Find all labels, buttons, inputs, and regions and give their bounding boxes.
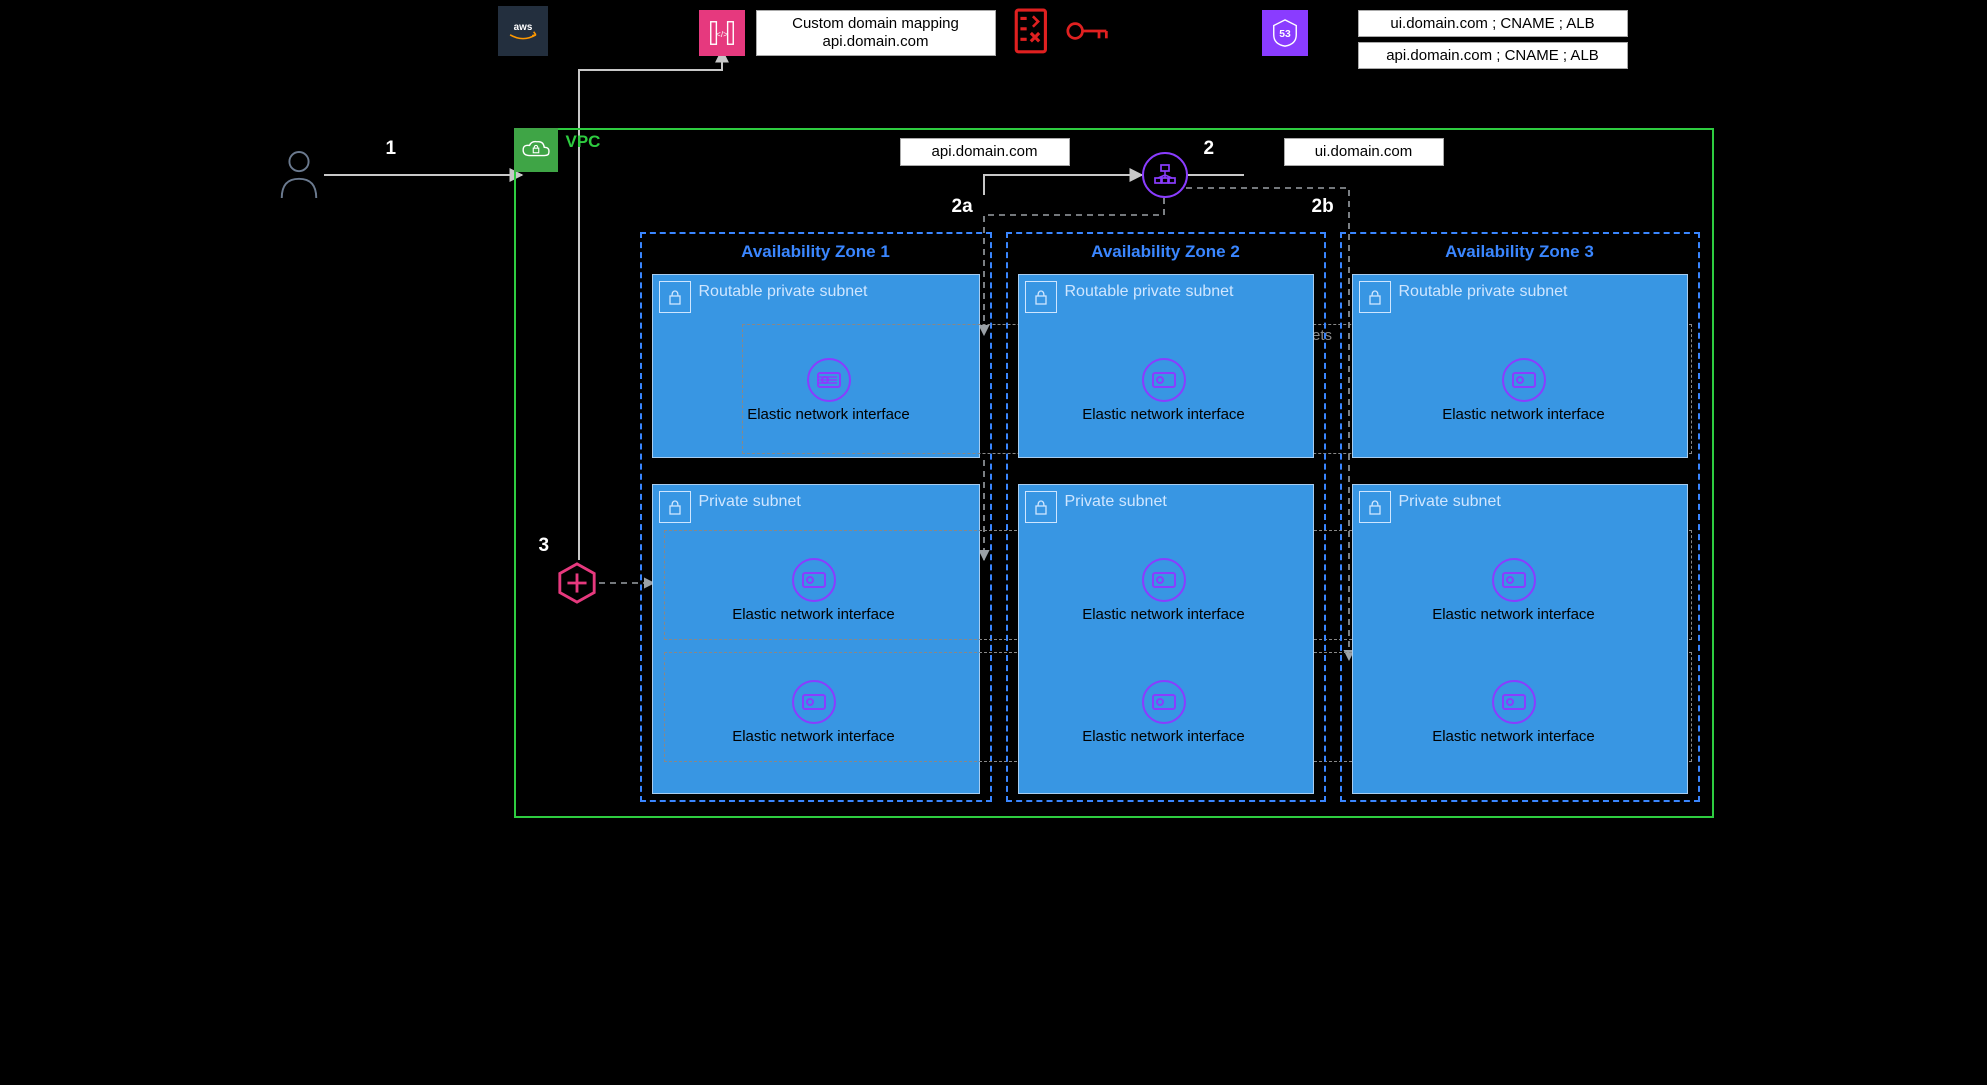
custom-domain-mapping-box: Custom domain mapping api.domain.com xyxy=(756,10,996,56)
lock-icon xyxy=(1025,281,1057,313)
svg-text:53: 53 xyxy=(1279,29,1291,40)
target-icon xyxy=(1142,558,1186,602)
step-1-label: 1 xyxy=(386,138,397,160)
api-gateway-icon: </> xyxy=(699,10,745,56)
az1-title: Availability Zone 1 xyxy=(640,242,992,262)
privatelink-icon xyxy=(556,562,598,608)
eni-label: Elastic network interface xyxy=(704,728,924,745)
eni-label: Elastic network interface xyxy=(1404,728,1624,745)
az2-title: Availability Zone 2 xyxy=(1006,242,1326,262)
az3-web-eni: Elastic network interface xyxy=(1404,680,1624,745)
subnet-title: Routable private subnet xyxy=(1353,275,1687,301)
subnet-title: Routable private subnet xyxy=(1019,275,1313,301)
step-2a-label: 2a xyxy=(952,196,973,218)
eni-label: Elastic network interface xyxy=(1064,406,1264,423)
route53-icon: 53 xyxy=(1262,10,1308,56)
step-3-label: 3 xyxy=(539,535,550,557)
step-2b-label: 2b xyxy=(1312,196,1334,218)
eni-label: Elastic network interface xyxy=(1054,606,1274,623)
target-icon xyxy=(792,680,836,724)
az3-title: Availability Zone 3 xyxy=(1340,242,1700,262)
target-icon xyxy=(1492,558,1536,602)
eni-label: Elastic network interface xyxy=(1054,728,1274,745)
waf-icon xyxy=(1014,8,1064,58)
lock-icon xyxy=(1359,491,1391,523)
aws-logo-icon: aws xyxy=(498,6,548,56)
target-icon xyxy=(792,558,836,602)
eni-label: Elastic network interface xyxy=(704,606,924,623)
target-icon xyxy=(807,358,851,402)
subnet-title: Private subnet xyxy=(1019,485,1313,511)
az1-alb-eni: Elastic network interface xyxy=(744,358,914,423)
az3-private-subnet: Private subnet xyxy=(1352,484,1688,794)
vpc-label: VPC xyxy=(566,132,601,152)
az2-private-subnet: Private subnet xyxy=(1018,484,1314,794)
az1-apigw-eni: Elastic network interface xyxy=(704,558,924,623)
subnet-title: Routable private subnet xyxy=(653,275,979,301)
lock-icon xyxy=(1359,281,1391,313)
eni-label: Elastic network interface xyxy=(1404,606,1624,623)
custom-domain-line2: api.domain.com xyxy=(765,33,987,51)
lock-icon xyxy=(659,491,691,523)
eni-label: Elastic network interface xyxy=(744,406,914,423)
vpc-cloud-icon xyxy=(514,128,558,172)
key-icon xyxy=(1066,20,1110,46)
lock-icon xyxy=(659,281,691,313)
az3-apigw-eni: Elastic network interface xyxy=(1404,558,1624,623)
target-icon xyxy=(1502,358,1546,402)
target-icon xyxy=(1142,358,1186,402)
az1-web-eni: Elastic network interface xyxy=(704,680,924,745)
custom-domain-line1: Custom domain mapping xyxy=(765,15,987,33)
api-domain-box: api.domain.com xyxy=(900,138,1070,166)
alb-icon xyxy=(1142,152,1188,198)
lock-icon xyxy=(1025,491,1057,523)
az2-web-eni: Elastic network interface xyxy=(1054,680,1274,745)
dns-record-2: api.domain.com ; CNAME ; ALB xyxy=(1358,42,1628,69)
az3-alb-eni: Elastic network interface xyxy=(1414,358,1634,423)
ui-domain-box: ui.domain.com xyxy=(1284,138,1444,166)
subnet-title: Private subnet xyxy=(653,485,979,511)
svg-text:</>: </> xyxy=(715,29,727,39)
step-2-label: 2 xyxy=(1204,138,1215,160)
subnet-title: Private subnet xyxy=(1353,485,1687,511)
az2-alb-eni: Elastic network interface xyxy=(1064,358,1264,423)
svg-text:aws: aws xyxy=(513,22,532,33)
eni-label: Elastic network interface xyxy=(1414,406,1634,423)
target-icon xyxy=(1142,680,1186,724)
az2-apigw-eni: Elastic network interface xyxy=(1054,558,1274,623)
target-icon xyxy=(1492,680,1536,724)
user-icon xyxy=(276,148,322,206)
dns-record-1: ui.domain.com ; CNAME ; ALB xyxy=(1358,10,1628,37)
